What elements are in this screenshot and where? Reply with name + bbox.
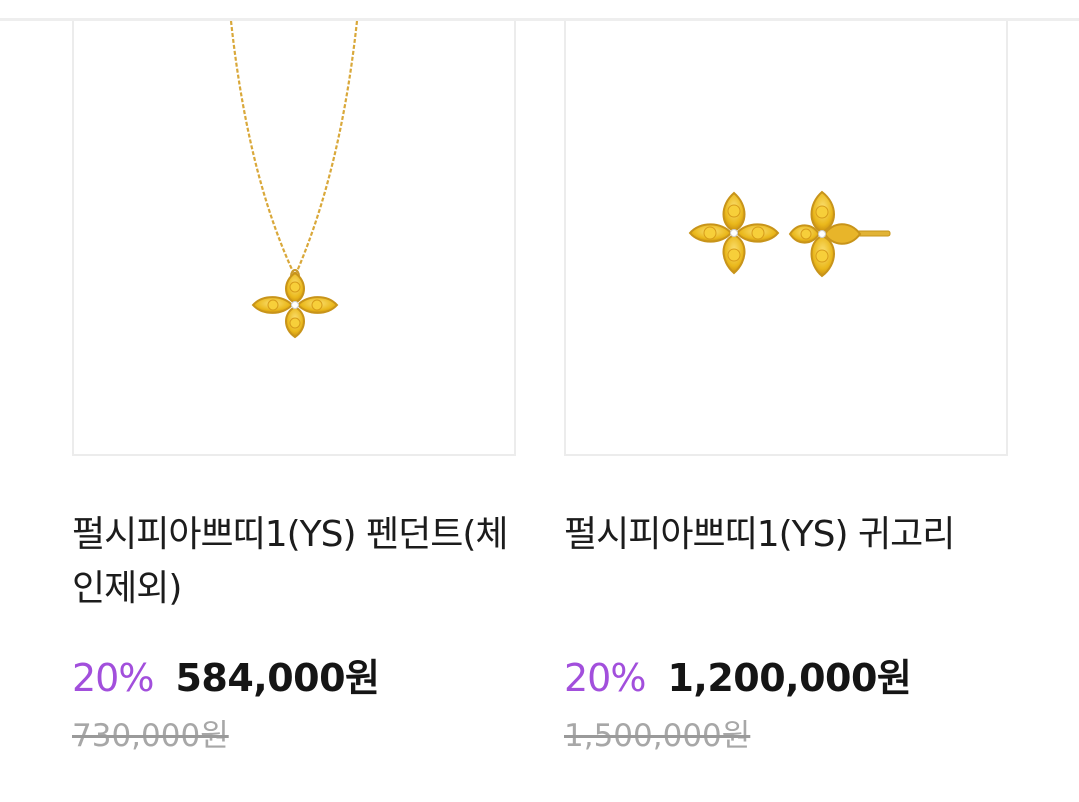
price-row: 20% 1,200,000원 bbox=[564, 652, 912, 704]
pendant-necklace-image bbox=[229, 21, 359, 339]
sale-price: 1,200,000원 bbox=[667, 656, 912, 700]
price-row: 20% 584,000원 bbox=[72, 652, 380, 704]
product-title[interactable]: 펄시피아쁘띠1(YS) 펜던트(체인제외) bbox=[72, 508, 512, 616]
discount-rate: 20% bbox=[564, 656, 646, 700]
sale-price: 584,000원 bbox=[175, 656, 380, 700]
product-image[interactable] bbox=[564, 21, 1008, 456]
original-price: 730,000원 bbox=[72, 718, 229, 754]
product-image[interactable] bbox=[72, 21, 516, 456]
discount-rate: 20% bbox=[72, 656, 154, 700]
original-price: 1,500,000원 bbox=[564, 718, 751, 754]
product-title[interactable]: 펄시피아쁘띠1(YS) 귀고리 bbox=[564, 508, 1004, 562]
stud-earrings-image bbox=[688, 190, 891, 278]
